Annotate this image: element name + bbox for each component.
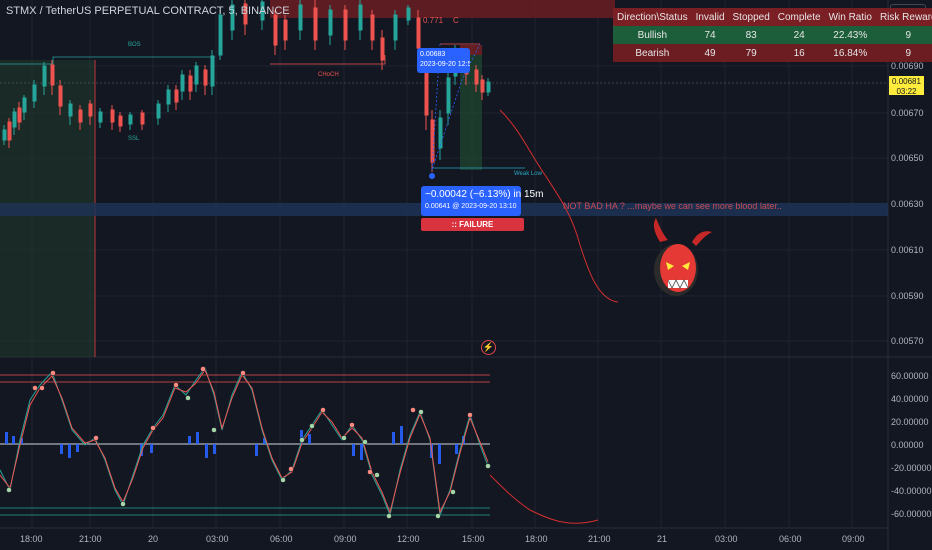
osc-axis-label: 20.00000	[891, 417, 929, 427]
result-line: −0.00042 (−6.13%) in 15m	[425, 189, 544, 200]
time-axis-label: 03:00	[715, 534, 738, 544]
stats-header: Risk Reward	[875, 8, 932, 26]
price-axis-label: 0.00690	[891, 61, 924, 71]
time-axis-label: 09:00	[842, 534, 865, 544]
result-detail: 0.00641 @ 2023-09-20 13:10	[425, 203, 517, 210]
stats-cell: 79	[728, 44, 774, 62]
stats-header: Win Ratio	[824, 8, 876, 26]
time-axis-label: 09:00	[334, 534, 357, 544]
stats-cell: 49	[691, 44, 729, 62]
lightning-icon[interactable]: ⚡	[481, 340, 496, 355]
time-axis-label: 21:00	[588, 534, 611, 544]
chart-canvas[interactable]	[0, 0, 932, 550]
price-axis-label: 0.00590	[891, 291, 924, 301]
current-price: 0.00681	[892, 77, 921, 86]
stats-cell: 16.84%	[824, 44, 876, 62]
bos-label: BOS	[128, 42, 141, 48]
stats-cell: 16	[773, 44, 825, 62]
entry-price: 0.00683	[420, 51, 446, 58]
stats-cell: 74	[691, 26, 729, 44]
entry-time: 2023-09-20 12:55	[420, 61, 470, 68]
stats-header: Invalid	[691, 8, 729, 26]
stats-cell: 24	[773, 26, 825, 44]
stats-header: Stopped	[728, 8, 774, 26]
osc-axis-label: 60.00000	[891, 371, 929, 381]
stats-cell: 9	[875, 26, 932, 44]
time-axis-label: 21	[657, 534, 668, 544]
time-axis-label: 03:00	[206, 534, 229, 544]
current-price-countdown: 03:22	[896, 87, 917, 96]
time-axis-label: 21:00	[79, 534, 102, 544]
devil-mask-icon	[653, 218, 712, 296]
price-axis-label: 0.00650	[891, 153, 924, 163]
stats-row-bullish: Bullish 74 83 24 22.43% 9	[613, 26, 932, 44]
entry-tooltip[interactable]: 0.00683 2023-09-20 12:55	[417, 48, 470, 73]
current-price-tag: 0.00681 03:22	[889, 76, 924, 96]
stats-cell: 22.43%	[824, 26, 876, 44]
stats-header-row: Direction\Status Invalid Stopped Complet…	[613, 8, 932, 26]
osc-axis-label: -40.00000	[891, 486, 932, 496]
result-tooltip[interactable]: −0.00042 (−6.13%) in 15m 0.00641 @ 2023-…	[421, 186, 544, 216]
stats-cell: 83	[728, 26, 774, 44]
choch-label: CHoCH	[318, 72, 339, 78]
osc-axis-label: 40.00000	[891, 394, 929, 404]
time-axis-label: 18:00	[525, 534, 548, 544]
stats-header: Direction\Status	[613, 8, 692, 26]
osc-axis-label: 0.00000	[891, 440, 924, 450]
price-axis-label: 0.00630	[891, 199, 924, 209]
time-axis-label: 20	[148, 534, 159, 544]
weak-low-label: Weak Low	[514, 171, 542, 177]
stats-cell: Bearish	[613, 44, 692, 62]
stats-cell: 9	[875, 44, 932, 62]
stats-cell: Bullish	[613, 26, 692, 44]
stats-row-bearish: Bearish 49 79 16 16.84% 9	[613, 44, 932, 62]
time-axis-label: 12:00	[397, 534, 420, 544]
osc-axis-label: -20.00000	[891, 463, 932, 473]
price-axis-label: 0.00670	[891, 108, 924, 118]
fib-level-label: 0.771	[423, 16, 444, 25]
time-axis-label: 06:00	[270, 534, 293, 544]
price-axis-label: 0.00570	[891, 336, 924, 346]
time-axis-label: 15:00	[462, 534, 485, 544]
time-axis-label: 06:00	[779, 534, 802, 544]
ssl-label: SSL	[128, 136, 140, 142]
chart-title: STMX / TetherUS PERPETUAL CONTRACT, 5, B…	[6, 5, 290, 17]
stats-table: Direction\Status Invalid Stopped Complet…	[613, 8, 932, 62]
failure-badge: :: FAILURE	[421, 218, 524, 231]
stats-header: Complete	[773, 8, 825, 26]
time-axis-label: 18:00	[20, 534, 43, 544]
fib-c-label: C	[453, 16, 459, 25]
price-axis-label: 0.00610	[891, 245, 924, 255]
chart-comment: NOT BAD HA ? ...maybe we can see more bl…	[563, 201, 782, 211]
osc-axis-label: -60.00000	[891, 509, 932, 519]
